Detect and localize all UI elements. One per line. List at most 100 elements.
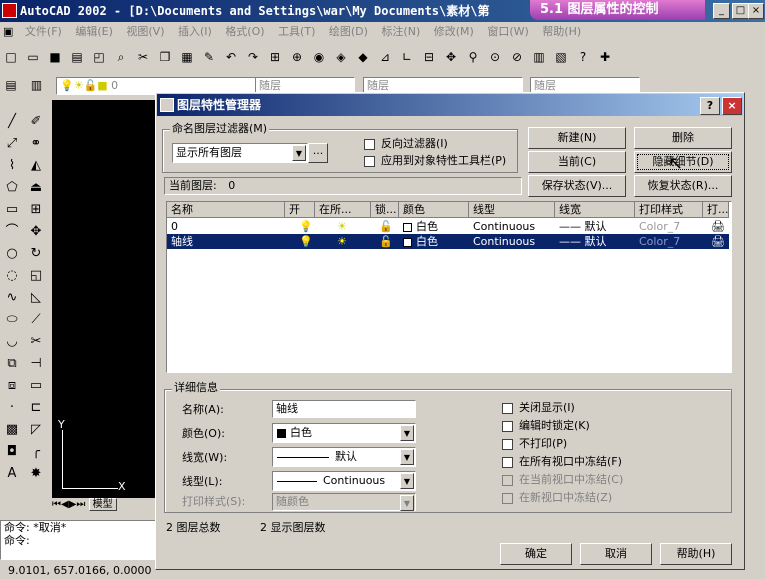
move-icon[interactable]: ✥ bbox=[26, 222, 46, 242]
save-icon[interactable]: ■ bbox=[47, 49, 63, 65]
distance-icon[interactable]: ⊟ bbox=[421, 49, 437, 65]
table-row[interactable]: 0 💡 ☀ 🔓 白色 Continuous —— 默认 Color_7 🖨 bbox=[167, 219, 729, 234]
lightbulb-icon[interactable]: 💡 bbox=[295, 234, 315, 249]
freeze-all-checkbox[interactable]: 在所有视口中冻结(F) bbox=[502, 455, 622, 469]
dialog-close-button[interactable]: × bbox=[722, 97, 742, 115]
cut-icon[interactable]: ✂ bbox=[135, 49, 151, 65]
menu-help[interactable]: 帮助(H) bbox=[537, 22, 586, 42]
dialog-help-button[interactable]: ? bbox=[700, 97, 720, 115]
chevron-down-icon[interactable]: ▼ bbox=[400, 449, 414, 465]
table-row[interactable]: 轴线 💡 ☀ 🔓 白色 Continuous —— 默认 Color_7 🖨 bbox=[167, 234, 729, 249]
chevron-down-icon[interactable]: ▼ bbox=[292, 145, 306, 161]
tab-model[interactable]: 模型 bbox=[88, 498, 117, 511]
angle-icon[interactable]: ∟ bbox=[399, 49, 415, 65]
minimize-button[interactable]: _ bbox=[713, 3, 730, 19]
zoom-window-icon[interactable]: ⊙ bbox=[487, 49, 503, 65]
printer-icon[interactable]: 🖨 bbox=[707, 219, 727, 234]
menu-format[interactable]: 格式(O) bbox=[220, 22, 269, 42]
make-block-icon[interactable]: ⧈ bbox=[2, 376, 22, 396]
chamfer-icon[interactable]: ◸ bbox=[26, 420, 46, 440]
col-name[interactable]: 名称 bbox=[167, 202, 285, 218]
invert-filter-checkbox[interactable]: 反向过滤器(I) bbox=[364, 137, 448, 151]
lineweight-select[interactable]: 默认 ▼ bbox=[272, 447, 416, 467]
layer-manager-icon[interactable]: ▤ bbox=[3, 77, 19, 93]
menu-insert[interactable]: 插入(I) bbox=[173, 22, 217, 42]
set-current-button[interactable]: 当前(C) bbox=[528, 151, 626, 173]
scale-icon[interactable]: ◱ bbox=[26, 266, 46, 286]
polyline-icon[interactable]: ⌇ bbox=[2, 156, 22, 176]
filter-select[interactable]: 显示所有图层 ▼ bbox=[172, 143, 308, 163]
mirror-icon[interactable]: ◭ bbox=[26, 156, 46, 176]
copy-icon[interactable]: ❐ bbox=[157, 49, 173, 65]
col-linetype[interactable]: 线型 bbox=[469, 202, 555, 218]
chevron-down-icon[interactable]: ▼ bbox=[400, 473, 414, 489]
break-icon[interactable]: ▭ bbox=[26, 376, 46, 396]
print-preview-icon[interactable]: ◰ bbox=[91, 49, 107, 65]
new-layer-button[interactable]: 新建(N) bbox=[528, 127, 626, 149]
col-plot[interactable]: 打... bbox=[703, 202, 729, 218]
off-checkbox[interactable]: 关闭显示(I) bbox=[502, 401, 575, 415]
layer-list[interactable]: 名称 开 在所... 锁... 颜色 线型 线宽 打印样式 打... 0 💡 ☀… bbox=[166, 201, 732, 373]
ok-button[interactable]: 确定 bbox=[500, 543, 572, 565]
pan-icon[interactable]: ✥ bbox=[443, 49, 459, 65]
break-point-icon[interactable]: ⊏ bbox=[26, 398, 46, 418]
menu-tools[interactable]: 工具(T) bbox=[273, 22, 320, 42]
redo-icon[interactable]: ↷ bbox=[245, 49, 261, 65]
delete-layer-button[interactable]: 删除 bbox=[634, 127, 732, 149]
point-icon[interactable]: · bbox=[2, 398, 22, 418]
col-lock[interactable]: 锁... bbox=[371, 202, 399, 218]
extend-icon[interactable]: ⊣ bbox=[26, 354, 46, 374]
command-window[interactable]: 命令: *取消* 命令: bbox=[0, 520, 160, 560]
print-icon[interactable]: ▤ bbox=[69, 49, 85, 65]
new-file-icon[interactable]: □ bbox=[3, 49, 19, 65]
unlock-icon[interactable]: 🔓 bbox=[375, 234, 395, 249]
spline-icon[interactable]: ∿ bbox=[2, 288, 22, 308]
col-on[interactable]: 开 bbox=[285, 202, 315, 218]
hatch-icon[interactable]: ▩ bbox=[2, 420, 22, 440]
close-window-button[interactable]: × bbox=[748, 3, 764, 19]
make-current-icon[interactable]: ▥ bbox=[29, 77, 45, 93]
linetype-select[interactable]: Continuous ▼ bbox=[272, 471, 416, 491]
ucs-icon[interactable]: ⊿ bbox=[377, 49, 393, 65]
offset-icon[interactable]: ⏏ bbox=[26, 178, 46, 198]
find-icon[interactable]: ⌕ bbox=[113, 49, 129, 65]
menu-view[interactable]: 视图(V) bbox=[121, 22, 169, 42]
menu-dimension[interactable]: 标注(N) bbox=[376, 22, 425, 42]
stretch-icon[interactable]: ◺ bbox=[26, 288, 46, 308]
col-color[interactable]: 颜色 bbox=[399, 202, 469, 218]
region-icon[interactable]: ◘ bbox=[2, 442, 22, 462]
design-center-icon[interactable]: ▧ bbox=[553, 49, 569, 65]
tab-nav-icon[interactable]: ⏮◀▶⏭ bbox=[52, 499, 85, 510]
menu-file[interactable]: 文件(F) bbox=[20, 22, 67, 42]
explode-icon[interactable]: ✸ bbox=[26, 464, 46, 484]
col-lineweight[interactable]: 线宽 bbox=[555, 202, 635, 218]
revcloud-icon[interactable]: ◌ bbox=[2, 266, 22, 286]
web-icon[interactable]: ◉ bbox=[311, 49, 327, 65]
save-state-button[interactable]: 保存状态(V)... bbox=[528, 175, 626, 197]
zoom-previous-icon[interactable]: ⊘ bbox=[509, 49, 525, 65]
col-freeze[interactable]: 在所... bbox=[315, 202, 371, 218]
layer-name-input[interactable]: 轴线 bbox=[272, 400, 416, 418]
xline-icon[interactable]: ⤢ bbox=[2, 134, 22, 154]
printer-icon[interactable]: 🖨 bbox=[707, 234, 727, 249]
ellipse-arc-icon[interactable]: ◡ bbox=[2, 332, 22, 352]
menu-window[interactable]: 窗口(W) bbox=[482, 22, 533, 42]
rotate-icon[interactable]: ↻ bbox=[26, 244, 46, 264]
open-file-icon[interactable]: ▭ bbox=[25, 49, 41, 65]
color-select[interactable]: 白色 ▼ bbox=[272, 423, 416, 443]
menu-edit[interactable]: 编辑(E) bbox=[70, 22, 118, 42]
erase-icon[interactable]: ✐ bbox=[26, 112, 46, 132]
copy-object-icon[interactable]: ⚭ bbox=[26, 134, 46, 154]
properties-icon[interactable]: ▥ bbox=[531, 49, 547, 65]
lightbulb-icon[interactable]: 💡 bbox=[295, 219, 315, 234]
lock-checkbox[interactable]: 编辑时锁定(K) bbox=[502, 419, 590, 433]
mtext-icon[interactable]: A bbox=[2, 464, 22, 484]
match-properties-icon[interactable]: ✎ bbox=[201, 49, 217, 65]
cancel-button[interactable]: 取消 bbox=[580, 543, 652, 565]
object-snap-icon[interactable]: ⊕ bbox=[289, 49, 305, 65]
lengthen-icon[interactable]: ⟋ bbox=[26, 310, 46, 330]
menu-modify[interactable]: 修改(M) bbox=[429, 22, 479, 42]
menu-draw[interactable]: 绘图(D) bbox=[324, 22, 373, 42]
hyperlink-icon[interactable]: ⊞ bbox=[267, 49, 283, 65]
insert-block-icon[interactable]: ⧉ bbox=[2, 354, 22, 374]
